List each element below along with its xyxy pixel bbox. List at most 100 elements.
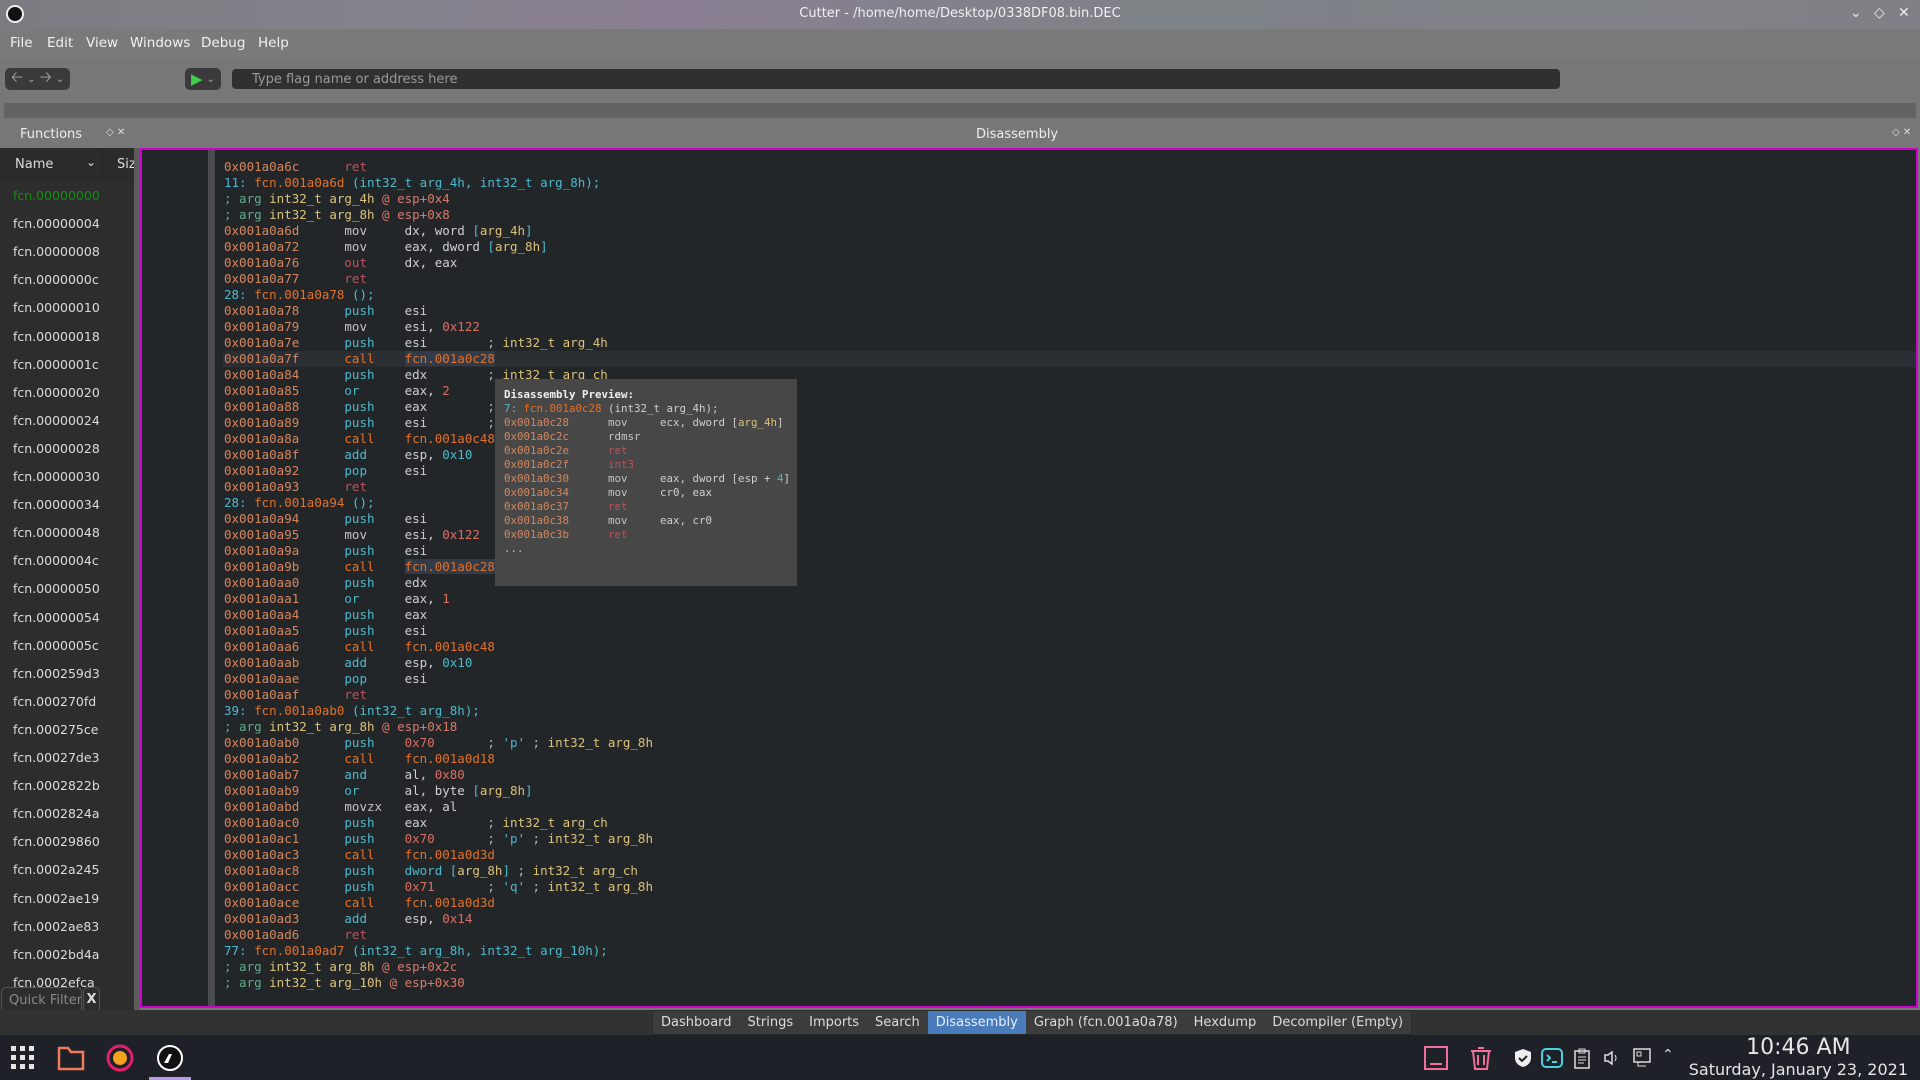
function-list-item[interactable]: fcn.0000004c <box>13 553 99 568</box>
disassembly-line[interactable]: 0x001a0c2e ret <box>503 444 789 458</box>
instruction-address[interactable]: 0x001a0a7e <box>224 335 344 351</box>
instruction-address[interactable]: 0x001a0ab9 <box>224 783 344 799</box>
firefox-icon[interactable] <box>105 1043 135 1073</box>
disassembly-line[interactable]: 0x001a0ac0 push eax; int32_t arg_ch <box>223 815 1916 831</box>
volume-icon[interactable] <box>1602 1048 1622 1068</box>
function-name-link[interactable]: fcn.001a0a78 <box>254 287 344 302</box>
function-list-item[interactable]: fcn.00000020 <box>13 385 100 400</box>
function-list-item[interactable]: fcn.00000000 <box>13 188 100 203</box>
disassembly-line[interactable]: 11: fcn.001a0a6d (int32_t arg_4h, int32_… <box>223 175 1916 191</box>
instruction-address[interactable]: 0x001a0c2c <box>504 430 608 444</box>
disassembly-line[interactable]: 0x001a0a79 mov esi, 0x122 <box>223 319 1916 335</box>
instruction-address[interactable]: 0x001a0ad3 <box>224 911 344 927</box>
instruction-address[interactable]: 0x001a0a8f <box>224 447 344 463</box>
disassembly-line[interactable]: 0x001a0c2f int3 <box>503 458 789 472</box>
disassembly-line[interactable]: 0x001a0ac1 push 0x70; 'p' ; int32_t arg_8h <box>223 831 1916 847</box>
disassembly-line[interactable]: 0x001a0ab2 call fcn.001a0d18 <box>223 751 1916 767</box>
disassembly-line[interactable]: 0x001a0aa4 push eax <box>223 607 1916 623</box>
disassembly-line[interactable]: 0x001a0a88 push eax; <box>223 399 1916 415</box>
disassembly-line[interactable]: 0x001a0a9b call fcn.001a0c28 <box>223 559 1916 575</box>
function-list-item[interactable]: fcn.0002ae19 <box>13 891 99 906</box>
instruction-address[interactable]: 0x001a0a92 <box>224 463 344 479</box>
disassembly-line[interactable]: 0x001a0a84 push edx; int32_t arg_ch <box>223 367 1916 383</box>
disassembly-line[interactable]: 0x001a0aa0 push edx <box>223 575 1916 591</box>
disassembly-line[interactable]: 0x001a0a93 ret <box>223 479 1916 495</box>
tab-graph-fcn-001a0a78[interactable]: Graph (fcn.001a0a78) <box>1026 1011 1186 1034</box>
instruction-address[interactable]: 0x001a0a76 <box>224 255 344 271</box>
trash-icon[interactable] <box>1468 1045 1494 1071</box>
instruction-address[interactable]: 0x001a0a6d <box>224 223 344 239</box>
disassembly-line[interactable]: 0x001a0a8f add esp, 0x10 <box>223 447 1916 463</box>
disassembly-line[interactable]: 0x001a0ab9 or al, byte [arg_8h] <box>223 783 1916 799</box>
function-list-item[interactable]: fcn.00000004 <box>13 216 100 231</box>
function-list-item[interactable]: fcn.00000054 <box>13 610 100 625</box>
instruction-address[interactable]: 0x001a0ac8 <box>224 863 344 879</box>
instruction-address[interactable]: 0x001a0c2e <box>504 444 608 458</box>
instruction-address[interactable]: 0x001a0c30 <box>504 472 608 486</box>
disassembly-line[interactable]: 0x001a0c3b ret <box>503 528 789 542</box>
function-reference-link[interactable]: fcn.001a0c48 <box>405 639 495 654</box>
disassembly-line[interactable]: 39: fcn.001a0ab0 (int32_t arg_8h); <box>223 703 1916 719</box>
instruction-address[interactable]: 0x001a0a93 <box>224 479 344 495</box>
disassembly-line[interactable]: 0x001a0a92 pop esi <box>223 463 1916 479</box>
instruction-address[interactable]: 0x001a0a85 <box>224 383 344 399</box>
function-list-item[interactable]: fcn.0002ae83 <box>13 919 99 934</box>
disassembly-line[interactable]: 0x001a0c38 mov eax, cr0 <box>503 514 789 528</box>
tab-dashboard[interactable]: Dashboard <box>653 1011 740 1034</box>
sort-chevron-icon[interactable]: ⌄ <box>86 155 96 169</box>
instruction-address[interactable]: 0x001a0a94 <box>224 511 344 527</box>
disassembly-line[interactable]: 0x001a0a76 out dx, eax <box>223 255 1916 271</box>
disassembly-line[interactable]: 0x001a0a7f call fcn.001a0c28 <box>223 351 1916 367</box>
menu-debug[interactable]: Debug <box>201 35 245 51</box>
instruction-address[interactable]: 0x001a0a79 <box>224 319 344 335</box>
instruction-address[interactable]: 0x001a0a8a <box>224 431 344 447</box>
function-reference-link[interactable]: fcn.001a0d3d <box>405 895 495 910</box>
instruction-address[interactable]: 0x001a0a77 <box>224 271 344 287</box>
disassembly-line[interactable]: ... <box>503 542 789 556</box>
function-reference-link[interactable]: fcn.001a0c28 <box>404 559 495 574</box>
function-list-item[interactable]: fcn.00000028 <box>13 441 100 456</box>
instruction-address[interactable]: 0x001a0a7f <box>224 351 344 367</box>
instruction-address[interactable]: 0x001a0aa0 <box>224 575 344 591</box>
instruction-address[interactable]: 0x001a0ac1 <box>224 831 344 847</box>
function-list-item[interactable]: fcn.0000005c <box>13 638 99 653</box>
close-icon[interactable]: ✕ <box>1898 5 1910 21</box>
disassembly-line[interactable]: ; arg int32_t arg_8h @ esp+0x8 <box>223 207 1916 223</box>
maximize-icon[interactable]: ◇ <box>1874 5 1885 21</box>
disassembly-line[interactable]: 0x001a0ad6 ret <box>223 927 1916 943</box>
menu-edit[interactable]: Edit <box>47 35 73 51</box>
disassembly-line[interactable]: 0x001a0a7e push esi; int32_t arg_4h <box>223 335 1916 351</box>
disassembly-line[interactable]: 0x001a0ace call fcn.001a0d3d <box>223 895 1916 911</box>
function-list-item[interactable]: fcn.000275ce <box>13 722 98 737</box>
disassembly-line[interactable]: 0x001a0c28 mov ecx, dword [arg_4h] <box>503 416 789 430</box>
function-list-item[interactable]: fcn.00000050 <box>13 581 100 596</box>
menu-help[interactable]: Help <box>258 35 289 51</box>
disassembly-line[interactable]: 0x001a0a95 mov esi, 0x122 <box>223 527 1916 543</box>
function-list-item[interactable]: fcn.00000048 <box>13 525 100 540</box>
disassembly-line[interactable]: 7: fcn.001a0c28 (int32_t arg_4h); <box>503 402 789 416</box>
disassembly-line[interactable]: 0x001a0aaf ret <box>223 687 1916 703</box>
play-icon[interactable]: ▶ <box>191 70 203 88</box>
instruction-address[interactable]: 0x001a0ac0 <box>224 815 344 831</box>
tab-decompiler-empty[interactable]: Decompiler (Empty) <box>1264 1011 1411 1034</box>
disassembly-line[interactable]: 0x001a0aa1 or eax, 1 <box>223 591 1916 607</box>
instruction-address[interactable]: 0x001a0a78 <box>224 303 344 319</box>
instruction-address[interactable]: 0x001a0a95 <box>224 527 344 543</box>
column-header-name[interactable]: Name <box>15 157 53 172</box>
function-name-link[interactable]: fcn.001a0a94 <box>254 495 344 510</box>
instruction-address[interactable]: 0x001a0aa4 <box>224 607 344 623</box>
clipboard-icon[interactable] <box>1572 1047 1592 1069</box>
minimize-icon[interactable]: ⌄ <box>1850 5 1862 21</box>
disassembly-line[interactable]: 0x001a0a78 push esi <box>223 303 1916 319</box>
function-list-item[interactable]: fcn.000270fd <box>13 694 96 709</box>
chevron-down-icon[interactable]: ⌄ <box>27 74 35 85</box>
function-list-item[interactable]: fcn.00000018 <box>13 329 100 344</box>
disassembly-line[interactable]: 28: fcn.001a0a94 (); <box>223 495 1916 511</box>
disassembly-line[interactable]: 0x001a0ab7 and al, 0x80 <box>223 767 1916 783</box>
instruction-address[interactable]: 0x001a0a72 <box>224 239 344 255</box>
tab-disassembly[interactable]: Disassembly <box>927 1011 1026 1034</box>
disassembly-line[interactable]: 0x001a0ac8 push dword [arg_8h] ; int32_t a… <box>223 863 1916 879</box>
disassembly-line[interactable]: 0x001a0acc push 0x71; 'q' ; int32_t arg_8h <box>223 879 1916 895</box>
function-list-item[interactable]: fcn.0002822b <box>13 778 100 793</box>
instruction-address[interactable]: 0x001a0ace <box>224 895 344 911</box>
